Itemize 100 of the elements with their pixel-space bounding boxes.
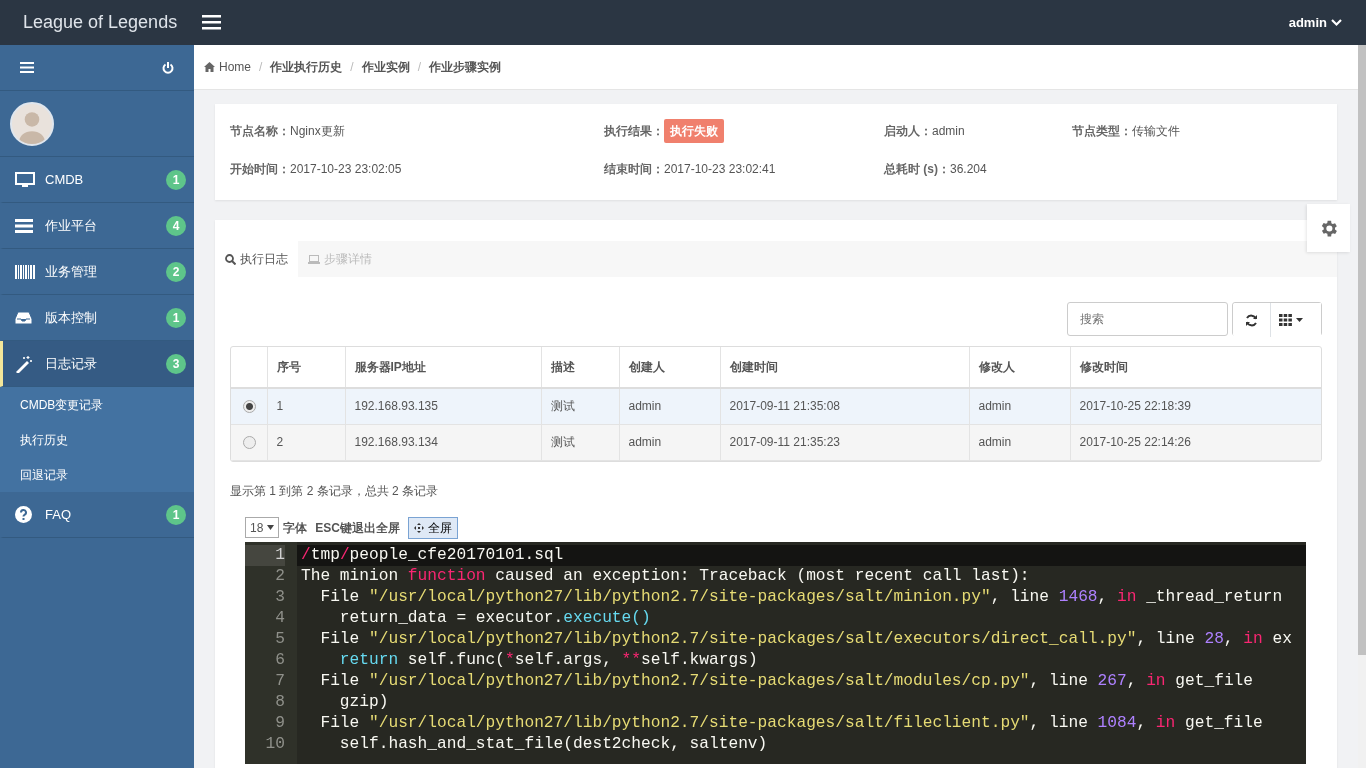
power-icon[interactable] — [162, 61, 174, 74]
move-icon — [414, 522, 425, 533]
line-number: 5 — [275, 629, 285, 648]
field-value: admin — [932, 123, 965, 140]
monitor-icon — [15, 171, 35, 188]
count-badge: 3 — [166, 353, 186, 374]
line-number: 4 — [275, 608, 285, 627]
submenu-item[interactable]: 执行历史 — [20, 430, 68, 449]
table-cell: admin — [978, 399, 1012, 414]
breadcrumb-link[interactable]: 作业实例 — [361, 58, 410, 76]
caret-icon — [267, 525, 275, 530]
radio-button[interactable] — [243, 435, 256, 449]
table-cell: 2017-10-25 22:14:26 — [1079, 435, 1191, 449]
radio-button[interactable] — [243, 399, 256, 413]
line-number: 3 — [275, 587, 285, 606]
fullscreen-button[interactable]: 全屏 — [408, 516, 459, 539]
search-icon — [225, 253, 236, 265]
esc-hint: ESC键退出全屏 — [315, 519, 401, 537]
menu-icon[interactable] — [20, 62, 34, 73]
barcode-icon — [15, 264, 35, 279]
code-line: return_data = executor.execute() — [338, 608, 651, 627]
breadcrumb-separator: / — [349, 59, 355, 76]
laptop-icon — [308, 254, 320, 264]
table-cell: 1 — [276, 399, 284, 414]
table-cell: 2 — [276, 435, 284, 449]
field-label: 执行结果： — [604, 123, 664, 140]
submenu-item[interactable]: CMDB变更记录 — [20, 395, 104, 414]
font-size-select[interactable]: 18 — [245, 517, 280, 538]
code-line: return self.func(*self.args, **self.kwargs) — [338, 650, 758, 669]
breadcrumb-separator: / — [416, 59, 423, 76]
count-badge: 1 — [166, 169, 186, 190]
breadcrumb-link[interactable]: Home — [219, 58, 251, 76]
columns-button[interactable] — [1271, 303, 1321, 337]
settings-button[interactable] — [1307, 204, 1350, 252]
table-cell: admin — [628, 399, 662, 414]
line-number: 9 — [275, 713, 285, 732]
code-line: The minion function caused an exception: Traceback (most recent call last): — [301, 566, 1030, 585]
submenu-item[interactable]: 回退记录 — [20, 465, 68, 484]
caret-icon — [1296, 318, 1303, 322]
count-badge: 4 — [166, 215, 186, 236]
count-badge: 1 — [166, 504, 186, 525]
code-line: File "/usr/local/python27/lib/python2.7/site-packages/salt/minion.py", line 1468, in _thread_return — [319, 587, 1283, 606]
user-menu[interactable]: admin — [1288, 12, 1327, 33]
line-number: 6 — [275, 650, 285, 669]
code-line: File "/usr/local/python27/lib/python2.7/site-packages/salt/executors/direct_call.py", line 28, in ex — [319, 629, 1292, 648]
font-label: 字体 — [283, 519, 308, 537]
line-number: 10 — [265, 734, 285, 753]
table-cell: admin — [978, 435, 1012, 449]
code-line: gzip) — [338, 692, 389, 711]
tab[interactable]: 执行日志 — [215, 241, 298, 277]
column-header: 描述 — [550, 360, 575, 374]
field-label: 开始时间： — [230, 161, 290, 178]
table-cell: 192.168.93.135 — [354, 399, 438, 414]
count-badge: 1 — [166, 307, 186, 328]
refresh-icon — [1245, 314, 1258, 328]
field-value: 传输文件 — [1132, 123, 1180, 140]
table-cell: 2017-09-11 21:35:08 — [729, 399, 841, 414]
line-number: 8 — [275, 692, 285, 711]
menu-icon[interactable] — [202, 15, 221, 30]
table-cell: admin — [628, 435, 662, 449]
inbox-icon — [15, 310, 32, 325]
status-badge: 执行失败 — [664, 119, 724, 143]
field-label: 结束时间： — [604, 161, 664, 178]
refresh-button[interactable] — [1233, 303, 1271, 337]
column-header: 修改时间 — [1079, 360, 1128, 374]
magic-wand-icon — [15, 354, 33, 373]
code-line: File "/usr/local/python27/lib/python2.7/site-packages/salt/fileclient.py", line 1084, in get_file — [319, 713, 1263, 732]
sidebar-item[interactable]: FAQ 1 — [0, 492, 194, 538]
field-label: 节点类型： — [1072, 123, 1132, 140]
brand-title: League of Legends — [23, 12, 178, 32]
breadcrumb-link[interactable]: 作业步骤实例 — [429, 58, 502, 76]
line-number: 7 — [275, 671, 285, 690]
chevron-down-icon — [1331, 18, 1342, 27]
column-header: 创建时间 — [729, 360, 778, 374]
column-header: 序号 — [276, 360, 301, 374]
table-cell: 2017-09-11 21:35:23 — [729, 435, 841, 449]
count-badge: 2 — [166, 261, 186, 282]
column-header: 服务器IP地址 — [354, 360, 426, 374]
code-line: /tmp/people_cfe20170101.sql — [301, 545, 564, 564]
help-icon — [15, 506, 32, 523]
table-cell: 测试 — [550, 399, 575, 414]
field-label: 节点名称： — [230, 123, 290, 140]
search-field[interactable]: 搜索 — [1067, 302, 1228, 336]
sidebar-item[interactable]: 作业平台 4 — [0, 203, 194, 249]
sidebar-item[interactable]: 日志记录 3 — [0, 341, 194, 387]
breadcrumb-link[interactable]: 作业执行历史 — [270, 58, 343, 76]
field-value: Nginx更新 — [290, 123, 345, 140]
sidebar-item[interactable]: 业务管理 2 — [0, 249, 194, 295]
code-line: self.hash_and_stat_file(dest2check, saltenv) — [338, 734, 768, 753]
list-icon — [15, 218, 33, 233]
pagination-info: 显示第 1 到第 2 条记录，总共 2 条记录 — [230, 483, 439, 498]
column-header: 修改人 — [978, 360, 1015, 374]
column-header: 创建人 — [628, 360, 665, 374]
line-number: 1 — [275, 545, 285, 564]
home-icon — [204, 62, 215, 72]
field-label: 总耗时 (s)： — [884, 161, 950, 178]
sidebar-item[interactable]: CMDB 1 — [0, 157, 194, 203]
code-editor[interactable] — [245, 541, 1306, 764]
field-label: 启动人： — [884, 123, 932, 140]
table-cell: 2017-10-25 22:18:39 — [1079, 399, 1191, 414]
